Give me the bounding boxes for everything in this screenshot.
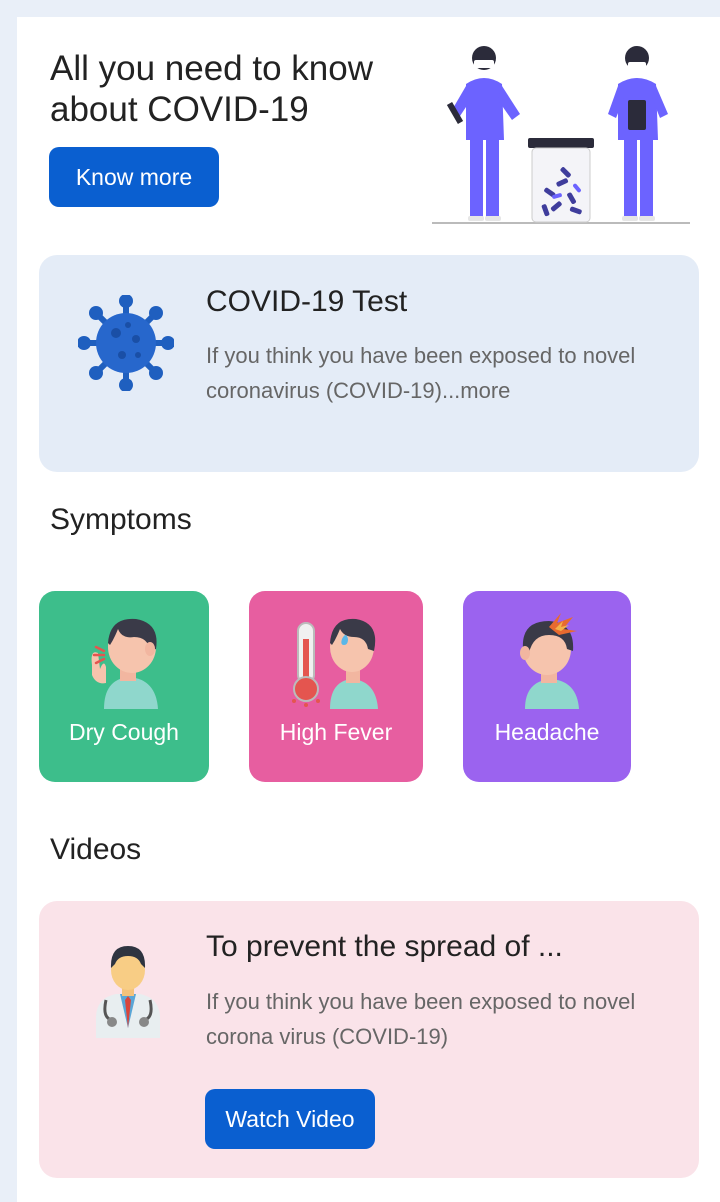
watch-video-button[interactable]: Watch Video bbox=[205, 1089, 375, 1149]
virus-icon bbox=[78, 295, 174, 391]
symptom-label: Dry Cough bbox=[69, 719, 179, 745]
symptom-label: High Fever bbox=[279, 719, 393, 745]
cough-icon bbox=[91, 618, 158, 709]
know-more-button[interactable]: Know more bbox=[49, 147, 219, 207]
doctor-icon bbox=[96, 946, 160, 1038]
test-card-description: If you think you have been exposed to no… bbox=[206, 343, 636, 403]
video-card-description: If you think you have been exposed to no… bbox=[206, 989, 636, 1049]
symptom-tile-high-fever[interactable]: High Fever bbox=[249, 591, 423, 782]
videos-section-title: Videos bbox=[50, 833, 142, 866]
symptom-label: Headache bbox=[494, 719, 600, 745]
hero-title: All you need to know about COVID-19 bbox=[50, 49, 373, 129]
fever-icon bbox=[292, 618, 378, 709]
headache-icon bbox=[520, 613, 579, 709]
test-card-title: COVID-19 Test bbox=[206, 285, 408, 318]
symptoms-section-title: Symptoms bbox=[50, 503, 192, 536]
healthcare-workers-illustration bbox=[432, 46, 690, 224]
video-card-title: To prevent the spread of ... bbox=[206, 930, 563, 963]
symptom-tile-headache[interactable]: Headache bbox=[463, 591, 631, 782]
symptom-tile-dry-cough[interactable]: Dry Cough bbox=[39, 591, 209, 782]
